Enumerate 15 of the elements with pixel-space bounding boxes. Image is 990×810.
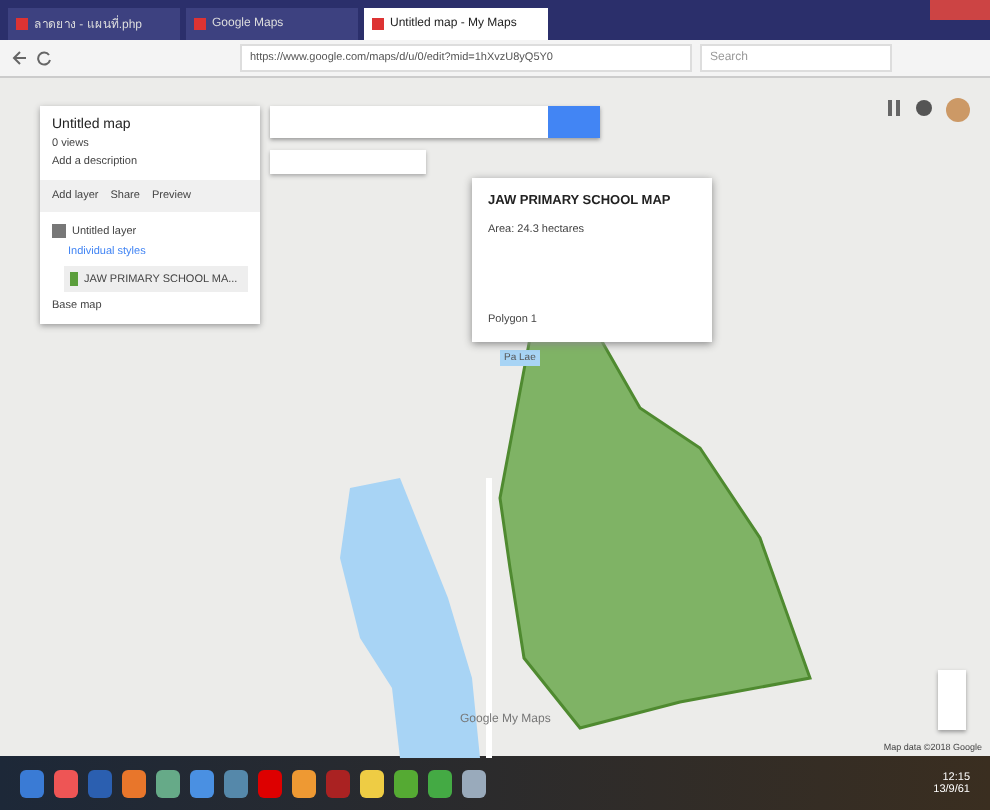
taskbar-app-icon[interactable] <box>462 769 486 797</box>
taskbar-app-icon[interactable] <box>190 769 214 797</box>
taskbar-app-icon[interactable] <box>292 769 316 797</box>
reload-icon[interactable] <box>36 50 52 66</box>
back-icon[interactable] <box>12 50 28 66</box>
taskbar-app-icon[interactable] <box>224 769 248 797</box>
taskbar-app-icon[interactable] <box>122 769 146 797</box>
map-search-field[interactable] <box>270 106 600 138</box>
taskbar-app-icon[interactable] <box>360 769 384 797</box>
taskbar-app-icon[interactable] <box>394 769 418 797</box>
taskbar-app-icon[interactable] <box>54 769 78 797</box>
taskbar-app-icon[interactable] <box>428 769 452 797</box>
circle-icon[interactable] <box>914 98 934 118</box>
layer-checkbox[interactable] <box>52 224 66 238</box>
taskbar-app-icon[interactable] <box>156 769 180 797</box>
